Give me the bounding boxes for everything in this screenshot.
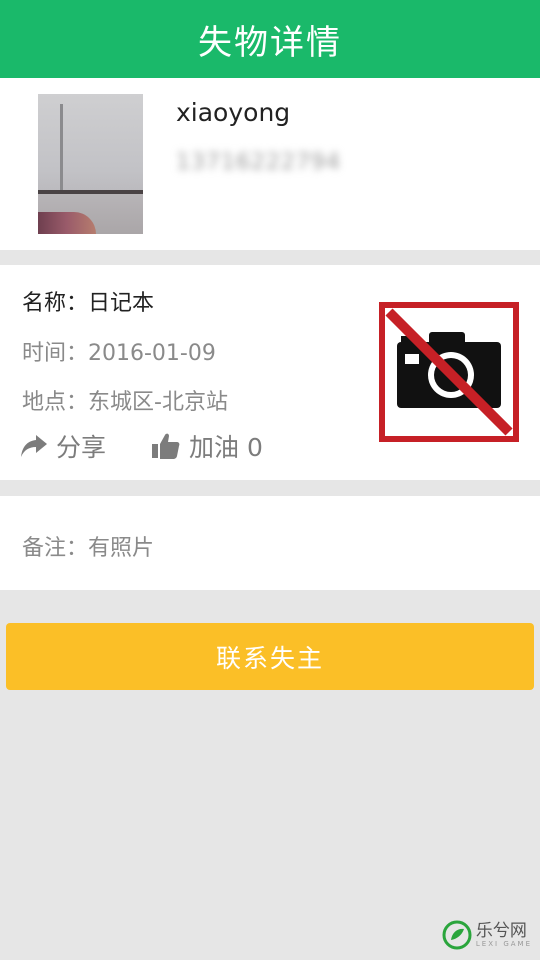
avatar[interactable] <box>38 94 143 234</box>
share-button[interactable]: 分享 <box>20 428 106 464</box>
user-name: xiaoyong <box>176 98 291 127</box>
user-card: xiaoyong 13716222794 <box>0 78 540 250</box>
watermark-en: LEXI GAME <box>475 940 532 948</box>
thumbs-up-icon <box>152 433 180 459</box>
contact-owner-button[interactable]: 联系失主 <box>6 623 534 690</box>
item-place: 地点：东城区-北京站 <box>22 390 228 415</box>
cheer-label: 加油 0 <box>189 433 263 462</box>
page-title: 失物详情 <box>198 22 342 63</box>
user-phone: 13716222794 <box>176 150 341 175</box>
watermark: 乐兮网 LEXI GAME <box>442 920 532 950</box>
no-photo-icon <box>379 302 519 442</box>
watermark-logo-icon <box>442 920 472 950</box>
app-header: 失物详情 <box>0 0 540 78</box>
cheer-button[interactable]: 加油 0 <box>151 428 263 464</box>
avatar-detail <box>38 190 143 194</box>
share-icon <box>21 435 47 457</box>
item-name: 名称：日记本 <box>22 291 155 316</box>
avatar-detail <box>60 104 63 199</box>
note-text: 备注：有照片 <box>22 536 155 561</box>
share-label: 分享 <box>56 433 107 462</box>
item-time: 时间：2016-01-09 <box>22 341 216 366</box>
item-actions: 分享 加油 0 <box>20 428 263 464</box>
item-info-card: 名称：日记本 时间：2016-01-09 地点：东城区-北京站 分享 加油 0 <box>0 265 540 480</box>
note-card: 备注：有照片 <box>0 496 540 590</box>
watermark-cn: 乐兮网 <box>475 921 527 941</box>
